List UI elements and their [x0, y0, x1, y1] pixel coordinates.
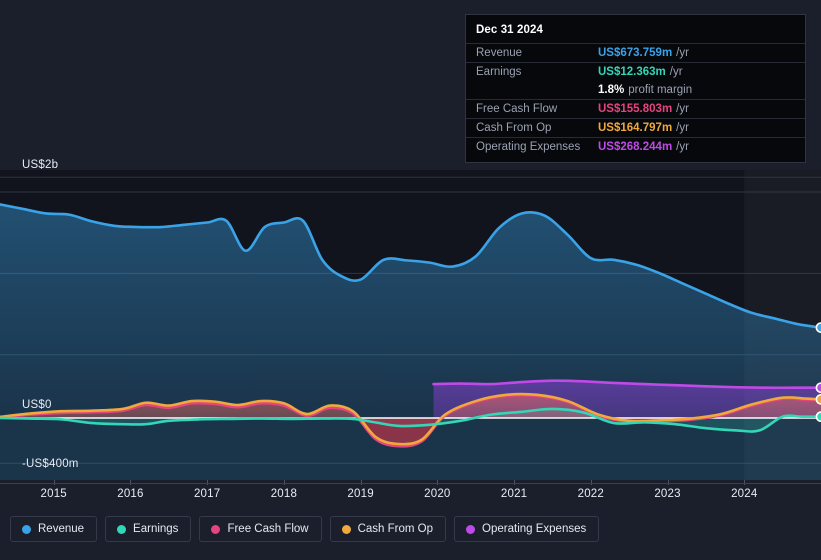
endpoint-marker-operating-expenses[interactable]	[815, 382, 821, 394]
chart-svg	[0, 170, 821, 480]
tooltip-date: Dec 31 2024	[476, 24, 543, 36]
tooltip-row: Free Cash Flow US$155.803m/yr	[466, 99, 805, 118]
x-axis-label-2017: 2017	[193, 488, 221, 500]
tooltip-row-label: Cash From Op	[476, 122, 552, 134]
endpoint-marker-earnings[interactable]	[815, 411, 821, 423]
legend-item-label: Revenue	[38, 523, 85, 535]
legend-item-revenue[interactable]: Revenue	[10, 516, 98, 542]
revenue-earnings-chart: US$2b US$0 -US$400m 2015 2016 2017 2018 2019…	[0, 0, 821, 560]
tooltip-row-suffix: /yr	[676, 47, 689, 59]
legend-swatch-icon	[341, 524, 351, 534]
tooltip-row-value: US$12.363m	[598, 66, 666, 78]
legend-item-label: Free Cash Flow	[227, 523, 309, 535]
tooltip-row-suffix: profit margin	[628, 84, 693, 96]
legend-swatch-icon	[466, 524, 476, 534]
endpoint-marker-cash-from-op[interactable]	[815, 393, 821, 405]
tooltip-row-value: US$155.803m	[598, 103, 673, 115]
endpoint-marker-revenue[interactable]	[815, 322, 821, 333]
tooltip-row: Revenue US$673.759m/yr	[466, 43, 805, 62]
x-axis-label-2019: 2019	[347, 488, 374, 500]
data-tooltip: Dec 31 2024 Revenue US$673.759m/yr Earning…	[465, 14, 806, 163]
x-axis-label-2021: 2021	[500, 488, 528, 500]
legend-swatch-icon	[22, 524, 31, 534]
tooltip-row-suffix: /yr	[676, 122, 689, 134]
chart-legend: Revenue Earnings Free Cash Flow Cash From O…	[10, 516, 600, 542]
legend-item-operating-expenses[interactable]: Operating Expenses	[454, 516, 600, 542]
tooltip-row-value: 1.8%	[598, 84, 625, 96]
legend-item-free-cash-flow[interactable]: Free Cash Flow	[199, 516, 322, 542]
tooltip-row: 1.8% profit margin	[466, 81, 805, 99]
tooltip-row-suffix: /yr	[676, 141, 689, 153]
y-axis-label-top: US$2b	[22, 159, 59, 171]
legend-item-cash-from-op[interactable]: Cash From Op	[329, 516, 447, 542]
x-axis-label-2016: 2016	[117, 488, 144, 500]
chart-plot-area	[0, 170, 821, 480]
tooltip-row: Earnings US$12.363m/yr	[466, 62, 805, 81]
y-axis-label-bottom: -US$400m	[22, 458, 79, 470]
tooltip-row-value: US$164.797m	[598, 122, 673, 134]
tooltip-row-suffix: /yr	[669, 66, 683, 78]
x-axis-label-2024: 2024	[731, 488, 758, 500]
tooltip-row: Operating Expenses US$268.244m/yr	[466, 137, 805, 156]
legend-item-label: Operating Expenses	[482, 523, 587, 535]
tooltip-row-label: Operating Expenses	[476, 141, 581, 153]
x-axis-label-2015: 2015	[40, 488, 67, 500]
tooltip-row-label: Revenue	[476, 47, 523, 59]
x-axis: 2015 2016 2017 2018 2019 2020 2021 2022 2023 2024	[0, 480, 821, 504]
legend-item-label: Cash From Op	[357, 523, 434, 535]
tooltip-row-label: Earnings	[476, 66, 522, 78]
tooltip-row-value: US$268.244m	[598, 141, 673, 153]
legend-swatch-icon	[211, 524, 221, 534]
tooltip-row: Cash From Op US$164.797m/yr	[466, 118, 805, 137]
x-axis-label-2022: 2022	[577, 488, 605, 500]
legend-item-earnings[interactable]: Earnings	[105, 516, 192, 542]
legend-item-label: Earnings	[133, 523, 179, 535]
tooltip-rows: Revenue US$673.759m/yr Earnings US$12.363m /…	[466, 43, 805, 156]
legend-swatch-icon	[117, 524, 127, 534]
x-axis-label-2018: 2018	[270, 488, 298, 500]
y-axis-label-zero: US$0	[22, 399, 52, 411]
x-axis-label-2023: 2023	[654, 488, 681, 500]
tooltip-row-suffix: /yr	[676, 103, 689, 115]
x-axis-line	[0, 483, 821, 484]
tooltip-row-value: US$673.759m	[598, 47, 673, 59]
x-axis-label-2020: 2020	[424, 488, 451, 500]
tooltip-row-label: Free Cash Flow	[476, 103, 558, 115]
